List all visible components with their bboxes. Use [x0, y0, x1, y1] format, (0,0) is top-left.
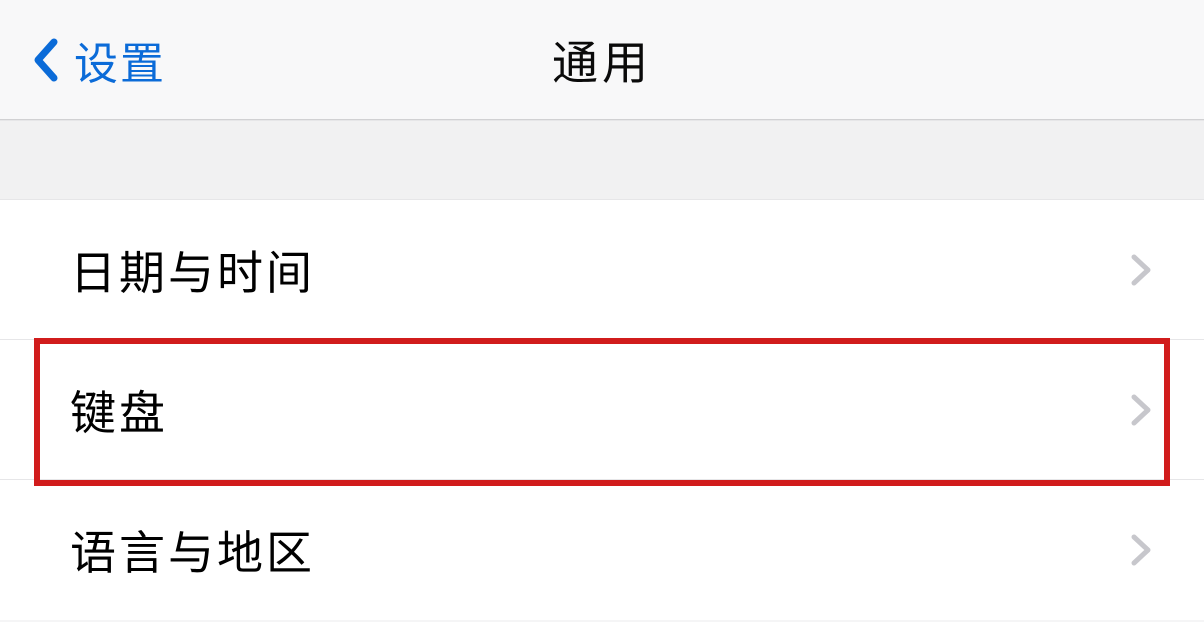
settings-list: 日期与时间 键盘 语言与地区 — [0, 200, 1204, 620]
back-button[interactable]: 设置 — [32, 28, 166, 92]
section-spacer — [0, 120, 1204, 200]
row-language-region[interactable]: 语言与地区 — [0, 480, 1204, 620]
row-keyboard[interactable]: 键盘 — [0, 340, 1204, 480]
chevron-right-icon — [1130, 393, 1154, 427]
page-title: 通用 — [0, 27, 1204, 93]
chevron-right-icon — [1130, 533, 1154, 567]
row-label: 日期与时间 — [70, 237, 315, 303]
nav-header: 通用 设置 — [0, 0, 1204, 120]
chevron-left-icon — [32, 38, 60, 82]
chevron-right-icon — [1130, 253, 1154, 287]
row-label: 键盘 — [70, 377, 168, 443]
back-button-label: 设置 — [74, 28, 166, 92]
row-label: 语言与地区 — [70, 517, 315, 583]
row-date-time[interactable]: 日期与时间 — [0, 200, 1204, 340]
